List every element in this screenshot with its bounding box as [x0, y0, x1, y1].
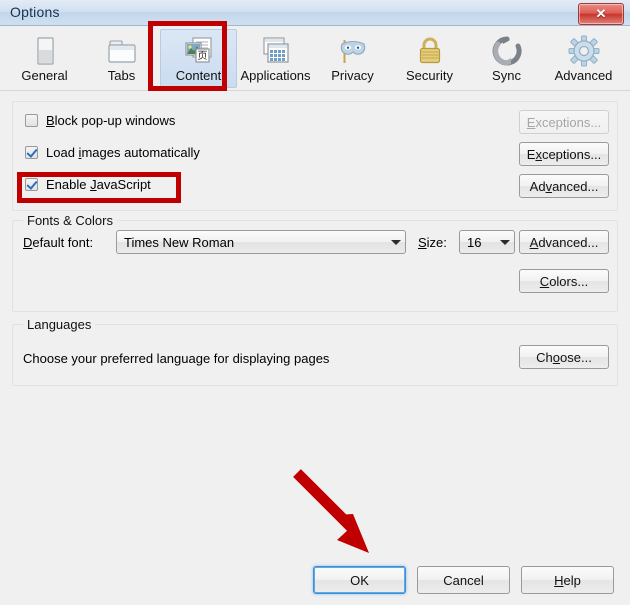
tab-security[interactable]: Security	[391, 29, 468, 88]
sync-arrows-icon	[490, 34, 524, 68]
help-button[interactable]: Help	[521, 566, 614, 594]
tab-label-security: Security	[406, 68, 453, 83]
tab-label-content: Content	[175, 68, 222, 83]
checkbox-row-enable-javascript[interactable]: Enable JavaScript	[25, 177, 151, 192]
choose-language-button[interactable]: Choose...	[519, 345, 609, 369]
font-size-value: 16	[467, 234, 482, 250]
javascript-advanced-button[interactable]: Advanced...	[519, 174, 609, 198]
general-page-icon	[28, 34, 62, 68]
colors-button[interactable]: Colors...	[519, 269, 609, 293]
checkbox-row-block-popups[interactable]: Block pop-up windows	[25, 113, 175, 128]
tab-applications[interactable]: Applications	[237, 29, 314, 88]
enable-javascript-label: Enable JavaScript	[46, 177, 151, 192]
block-popups-label: Block pop-up windows	[46, 113, 176, 128]
ok-button-label: OK	[350, 572, 369, 588]
fonts-colors-group-title: Fonts & Colors	[23, 213, 117, 228]
tab-label-general: General	[21, 68, 68, 83]
tab-label-tabs: Tabs	[107, 68, 136, 83]
enable-javascript-checkbox[interactable]	[25, 178, 38, 191]
applications-grid-icon	[259, 34, 293, 68]
tab-privacy[interactable]: Privacy	[314, 29, 391, 88]
tab-label-privacy: Privacy	[331, 68, 374, 83]
languages-group-title: Languages	[23, 317, 96, 332]
javascript-advanced-label: Advanced...	[529, 178, 599, 194]
privacy-mask-icon	[336, 34, 370, 68]
tab-sync[interactable]: Sync	[468, 29, 545, 88]
cancel-button-label: Cancel	[443, 572, 484, 588]
ok-button[interactable]: OK	[313, 566, 406, 594]
options-tab-toolbar: General Tabs 页 Content Applications Priv…	[0, 26, 630, 91]
tab-general[interactable]: General	[6, 29, 83, 88]
tab-advanced[interactable]: Advanced	[545, 29, 622, 88]
tab-label-applications: Applications	[240, 68, 311, 83]
default-font-label: Default font:	[23, 235, 94, 250]
close-icon: ✕	[595, 6, 607, 21]
images-exceptions-label: Exceptions...	[526, 146, 602, 162]
tabs-folder-icon	[105, 34, 139, 68]
content-options-group: Block pop-up windows Load images automat…	[12, 101, 618, 211]
window-titlebar: Options ✕	[0, 0, 630, 26]
cancel-button[interactable]: Cancel	[417, 566, 510, 594]
security-padlock-icon	[413, 34, 447, 68]
annotation-arrow-to-ok-button	[288, 464, 388, 562]
images-exceptions-button[interactable]: Exceptions...	[519, 142, 609, 166]
chevron-down-icon	[496, 231, 514, 253]
colors-label: Colors...	[539, 273, 589, 289]
window-title: Options	[10, 4, 60, 20]
advanced-gear-icon	[567, 34, 601, 68]
popup-exceptions-button: Exceptions...	[519, 110, 609, 134]
languages-group: Languages Choose your preferred language…	[12, 317, 618, 386]
tab-tabs[interactable]: Tabs	[83, 29, 160, 88]
content-page-icon: 页	[182, 34, 216, 68]
help-button-label: Help	[554, 572, 581, 588]
svg-text:页: 页	[197, 50, 207, 62]
chevron-down-icon	[387, 231, 405, 253]
tab-content[interactable]: 页 Content	[160, 29, 237, 88]
popup-exceptions-label: Exceptions...	[526, 114, 602, 130]
font-size-select[interactable]: 16	[459, 230, 515, 254]
load-images-label: Load images automatically	[46, 145, 200, 160]
default-font-select[interactable]: Times New Roman	[116, 230, 406, 254]
block-popups-checkbox[interactable]	[25, 114, 38, 127]
languages-description: Choose your preferred language for displ…	[23, 351, 330, 366]
font-size-label: Size:	[418, 235, 447, 250]
fonts-advanced-label: Advanced...	[529, 234, 599, 250]
fonts-colors-group: Fonts & Colors Default font: Times New R…	[12, 213, 618, 312]
choose-language-label: Choose...	[536, 349, 592, 365]
default-font-value: Times New Roman	[124, 234, 235, 250]
load-images-checkbox[interactable]	[25, 146, 38, 159]
checkbox-row-load-images[interactable]: Load images automatically	[25, 145, 200, 160]
tab-label-advanced: Advanced	[554, 68, 613, 83]
close-button[interactable]: ✕	[578, 3, 624, 25]
tab-label-sync: Sync	[492, 68, 521, 83]
fonts-advanced-button[interactable]: Advanced...	[519, 230, 609, 254]
